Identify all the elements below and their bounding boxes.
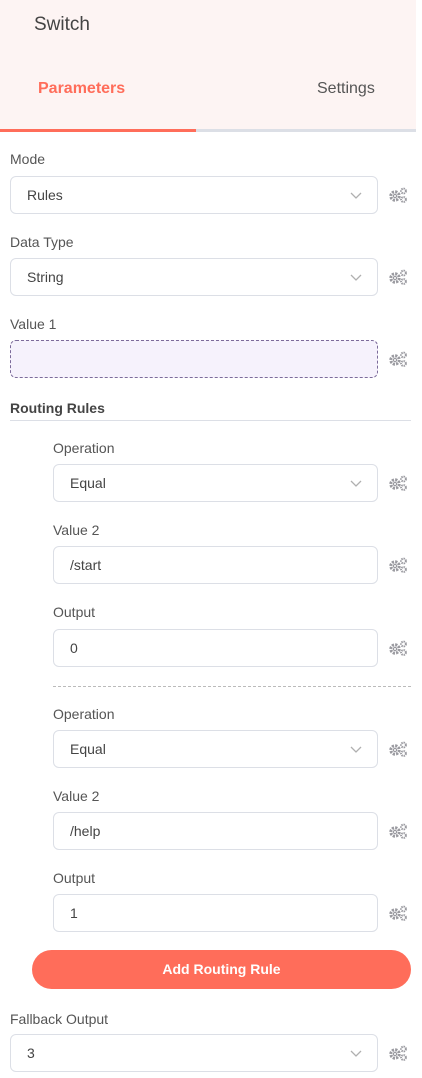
mode-value: Rules (27, 187, 63, 203)
rule1-value2-label: Value 2 (53, 522, 100, 538)
node-header: Switch Parameters Settings (0, 0, 416, 132)
data-type-value: String (27, 269, 64, 285)
tab-active-indicator (0, 129, 196, 132)
gears-icon[interactable] (388, 268, 408, 286)
rule2-operation-value: Equal (70, 741, 106, 757)
rule1-operation-label: Operation (53, 440, 115, 456)
chevron-down-icon (349, 731, 363, 767)
gears-icon[interactable] (388, 350, 408, 368)
fallback-output-select[interactable]: 3 (10, 1034, 378, 1072)
gears-icon[interactable] (388, 740, 408, 758)
fallback-output-label: Fallback Output (10, 1011, 109, 1027)
gears-icon[interactable] (388, 474, 408, 492)
rule2-operation-label: Operation (53, 706, 115, 722)
rule2-value2-input[interactable]: /help (53, 812, 378, 850)
rule1-output-value: 0 (70, 640, 78, 656)
section-divider (10, 420, 411, 421)
routing-rules-heading: Routing Rules (10, 400, 105, 416)
rule1-output-input[interactable]: 0 (53, 629, 378, 667)
rule2-output-value: 1 (70, 905, 78, 921)
chevron-down-icon (349, 465, 363, 501)
chevron-down-icon (349, 177, 363, 213)
rule2-output-label: Output (53, 870, 96, 886)
rule1-output-label: Output (53, 604, 96, 620)
rule2-output-input[interactable]: 1 (53, 894, 378, 932)
gears-icon[interactable] (388, 904, 408, 922)
rule2-value2-label: Value 2 (53, 788, 100, 804)
add-routing-rule-button[interactable]: Add Routing Rule (32, 950, 411, 989)
rule-separator (53, 686, 411, 687)
gears-icon[interactable] (388, 556, 408, 574)
tab-settings[interactable]: Settings (317, 80, 375, 98)
rule2-operation-select[interactable]: Equal (53, 730, 378, 768)
rule1-value2-input[interactable]: /start (53, 546, 378, 584)
tab-parameters[interactable]: Parameters (38, 80, 125, 98)
gears-icon[interactable] (388, 1044, 408, 1062)
chevron-down-icon (349, 1035, 363, 1071)
gears-icon[interactable] (388, 822, 408, 840)
gears-icon[interactable] (388, 186, 408, 204)
value1-label: Value 1 (10, 316, 57, 332)
rule1-operation-value: Equal (70, 475, 106, 491)
gears-icon[interactable] (388, 639, 408, 657)
rule2-value2-value: /help (70, 823, 101, 839)
data-type-select[interactable]: String (10, 258, 378, 296)
data-type-label: Data Type (10, 234, 74, 250)
rule1-operation-select[interactable]: Equal (53, 464, 378, 502)
value1-input[interactable] (10, 340, 378, 378)
mode-select[interactable]: Rules (10, 176, 378, 214)
mode-label: Mode (10, 151, 46, 167)
node-title: Switch (34, 14, 90, 35)
fallback-output-value: 3 (27, 1045, 35, 1061)
chevron-down-icon (349, 259, 363, 295)
rule1-value2-value: /start (70, 557, 102, 573)
